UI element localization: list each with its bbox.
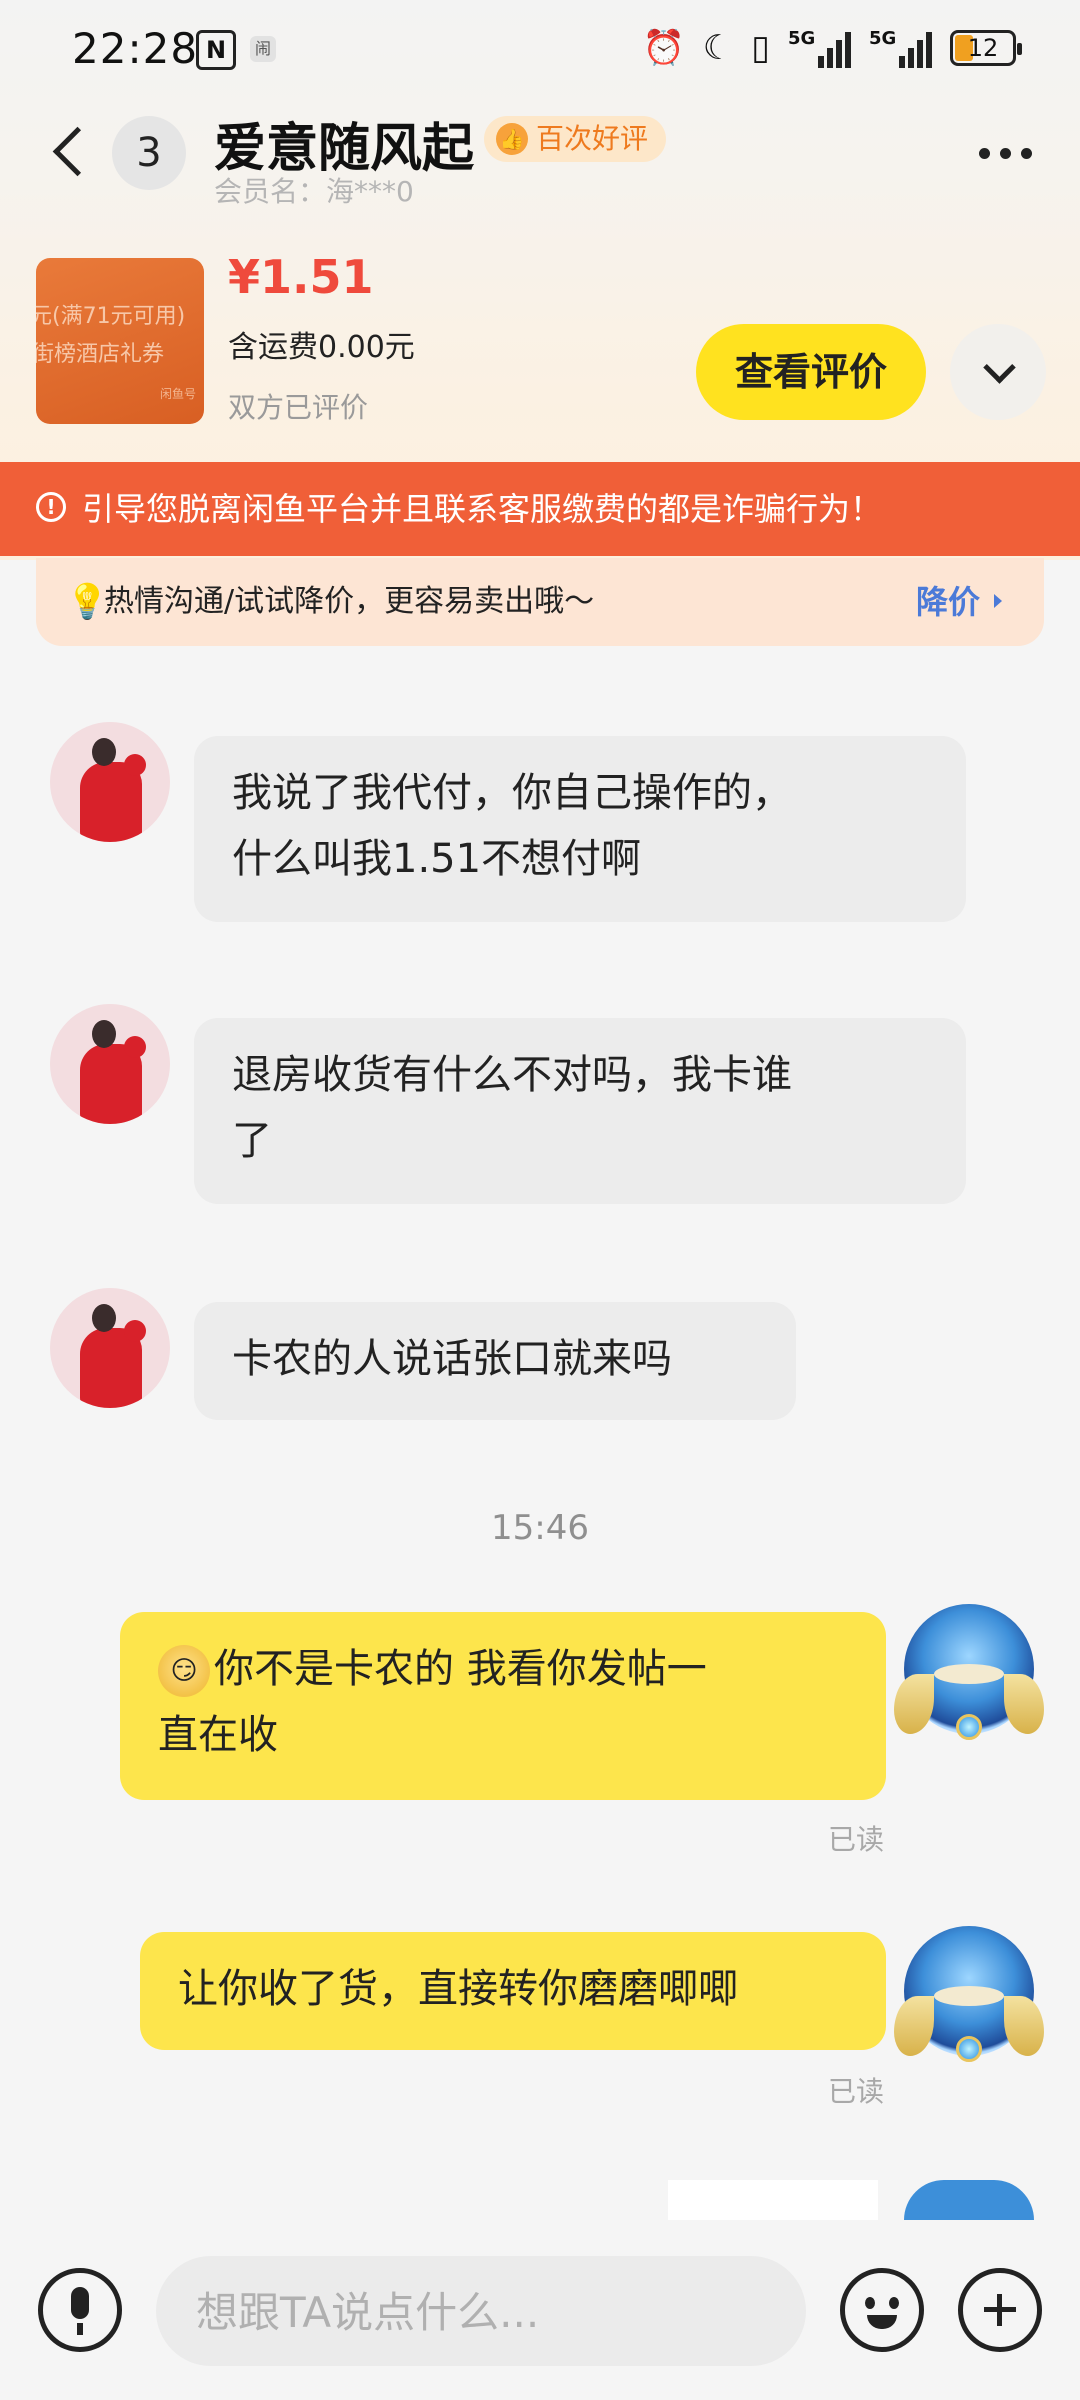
user-avatar[interactable] [894,1926,1044,2066]
nfc-icon: N [196,30,236,70]
smirk-emoji-icon: 😏 [158,1645,210,1697]
tip-text: 热情沟通/试试降价，更容易卖出哦～ [104,584,595,619]
message-bubble-incoming[interactable]: 退房收货有什么不对吗，我卡谁 了 [194,1018,966,1204]
signal-icon-2: 5G [869,28,932,68]
warning-text: 引导您脱离闲鱼平台并且联系客服缴费的都是诈骗行为！ [82,490,883,528]
shipping-fee: 含运费0.00元 [228,330,415,365]
read-receipt: 已读 [828,2075,885,2108]
product-price: ¥1.51 [228,250,374,304]
message-bubble-outgoing[interactable]: 让你收了货，直接转你磨磨唧唧 [140,1932,886,2050]
status-bar: 22:28 N 闹 ⏰ ☾ ▯ 5G 5G 12 [0,0,1080,100]
app-notification-icon: 闹 [250,36,276,62]
message-input[interactable] [194,2256,758,2368]
member-name: 会员名：海***0 [214,175,414,208]
rating-badge-label: 百次好评 [536,122,649,155]
rating-badge[interactable]: 👍 百次好评 [484,116,667,162]
price-tip-bar: 💡 热情沟通/试试降价，更容易卖出哦～ 降价 [36,558,1044,646]
chevron-right-icon [994,594,1002,608]
warning-icon: ! [36,492,66,522]
contact-avatar[interactable] [50,1288,170,1408]
thumbs-up-icon: 👍 [496,123,528,155]
emoji-icon[interactable] [840,2268,924,2352]
review-status: 双方已评价 [228,391,369,424]
unread-count-badge[interactable]: 3 [112,116,186,190]
chevron-down-icon[interactable] [950,324,1046,420]
message-input-container[interactable] [156,2256,806,2368]
battery-icon: 12 [950,30,1022,66]
contact-avatar[interactable] [50,722,170,842]
fraud-warning-banner: ! 引导您脱离闲鱼平台并且联系客服缴费的都是诈骗行为！ [0,462,1080,556]
lightbulb-icon: 💡 [66,582,109,622]
plus-icon[interactable] [958,2268,1042,2352]
view-review-button[interactable]: 查看评价 [696,324,926,420]
message-timestamp: 15:46 [491,1508,589,1548]
signal-icon: 5G [788,28,851,68]
product-thumbnail[interactable]: 元(满71元可用) 街榜酒店礼券 闲鱼号 [36,258,204,424]
clock: 22:28 [72,24,199,73]
message-bubble-incoming[interactable]: 我说了我代付，你自己操作的， 什么叫我1.51不想付啊 [194,736,966,922]
vibrate-icon: ▯ [751,28,770,68]
moon-icon: ☾ [702,28,734,68]
contact-avatar[interactable] [50,1004,170,1124]
message-bubble-incoming[interactable]: 卡农的人说话张口就来吗 [194,1302,796,1420]
image-message-preview[interactable] [668,2180,878,2220]
reduce-price-link[interactable]: 降价 [916,558,980,646]
user-avatar[interactable] [894,1604,1044,1744]
microphone-icon[interactable] [38,2268,122,2352]
alarm-icon: ⏰ [642,28,685,68]
message-bubble-outgoing[interactable]: 😏 你不是卡农的 我看你发帖一 直在收 [120,1612,886,1800]
more-options-icon[interactable] [979,148,1032,159]
user-avatar-partial[interactable] [904,2180,1034,2220]
back-arrow-icon[interactable] [48,122,88,182]
read-receipt: 已读 [828,1823,885,1856]
status-icons: ⏰ ☾ ▯ 5G 5G 12 [642,26,1022,70]
